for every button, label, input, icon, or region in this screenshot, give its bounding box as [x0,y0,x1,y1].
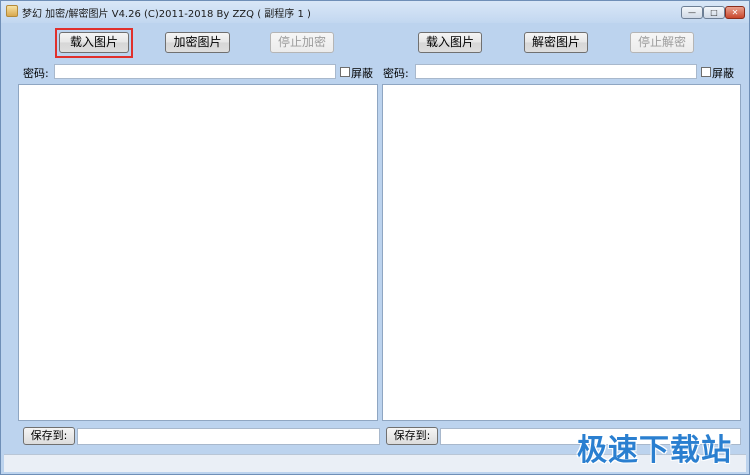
left-mask-label: 屏蔽 [351,67,373,80]
left-save-to-button[interactable]: 保存到: [23,427,75,445]
decrypt-image-button[interactable]: 解密图片 [524,32,588,53]
maximize-button[interactable]: □ [703,6,725,19]
title-bar[interactable]: 梦幻 加密/解密图片 V4.26 (C)2011-2018 By ZZQ ( 副… [1,1,749,23]
window-title: 梦幻 加密/解密图片 V4.26 (C)2011-2018 By ZZQ ( 副… [22,9,311,20]
minimize-button[interactable]: — [681,6,703,19]
right-password-input[interactable] [415,64,697,79]
right-mask-checkbox[interactable] [701,67,711,77]
left-save-path-input[interactable] [77,428,380,445]
right-load-image-button[interactable]: 载入图片 [418,32,482,53]
right-mask-label: 屏蔽 [712,67,734,80]
left-password-label: 密码: [23,67,49,80]
site-watermark: 极速下载站 [577,433,732,468]
right-image-panel[interactable] [382,84,741,421]
stop-encrypt-button: 停止加密 [270,32,334,53]
app-icon [6,5,18,17]
main-content: 载入图片 加密图片 停止加密 密码: 屏蔽 保存到: 载入图片 解密图片 停止解… [4,23,746,472]
stop-decrypt-button: 停止解密 [630,32,694,53]
left-image-panel[interactable] [18,84,378,421]
left-password-input[interactable] [54,64,336,79]
right-save-to-button[interactable]: 保存到: [386,427,438,445]
close-button[interactable]: ✕ [725,6,745,19]
left-mask-checkbox[interactable] [340,67,350,77]
left-load-image-button[interactable]: 载入图片 [59,32,129,53]
encrypt-image-button[interactable]: 加密图片 [165,32,230,53]
right-password-label: 密码: [383,67,409,80]
app-window: 梦幻 加密/解密图片 V4.26 (C)2011-2018 By ZZQ ( 副… [0,0,750,475]
